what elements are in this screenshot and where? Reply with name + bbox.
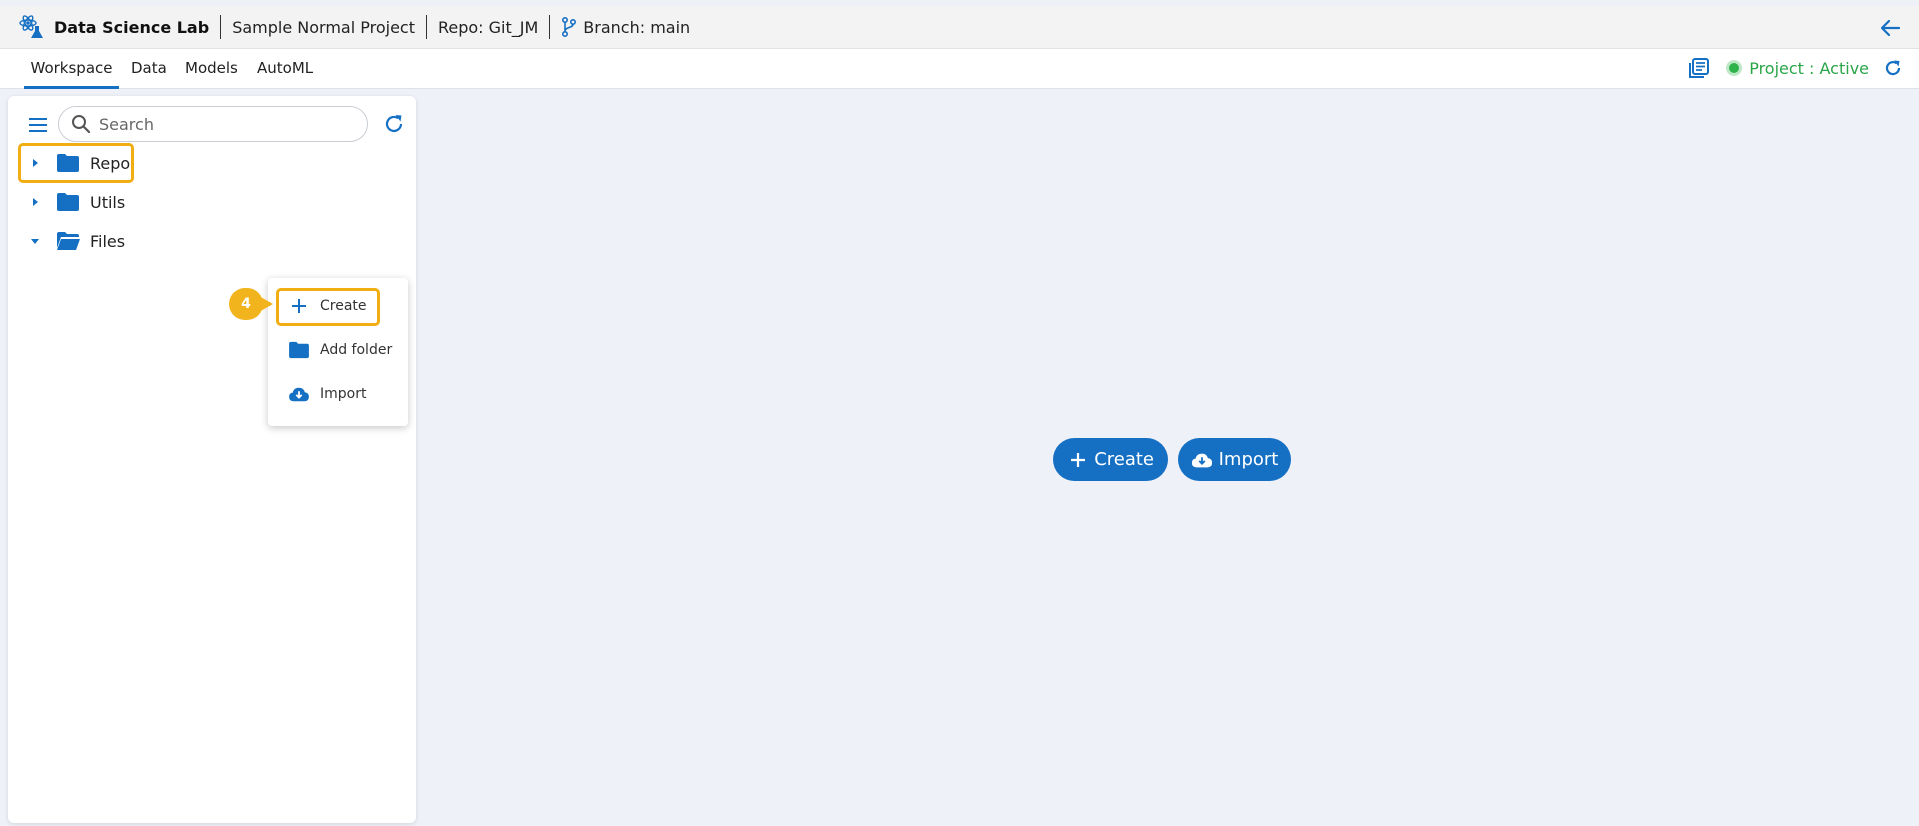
atom-flask-icon [18,13,46,41]
top-bar: Data Science Lab Sample Normal Project R… [0,6,1919,49]
folder-icon [56,153,80,173]
tree-item-utils[interactable]: Utils [26,184,125,220]
empty-state-actions: Create Import [1053,438,1291,481]
status-area: Project : Active [1688,57,1903,79]
repo-name: Repo: Git_JM [437,17,539,37]
folder-open-icon [56,231,80,251]
search-field[interactable] [58,106,368,142]
cloud-download-icon [288,383,310,405]
caret-right-icon[interactable] [26,193,44,211]
tabs-bar: Workspace Data Models AutoML Project : A… [0,49,1919,89]
breadcrumb-divider [425,15,427,39]
context-menu: Create Add folder Import [268,278,408,426]
folder-icon [288,339,310,361]
file-explorer-panel: Repo Utils Files Create [8,96,416,823]
status-indicator [1726,60,1743,76]
tree-item-label: Utils [90,192,126,212]
menu-item-label: Import [320,386,367,402]
git-branch-icon [561,17,577,37]
tree-item-label: Files [90,231,126,251]
menu-item-import[interactable]: Import [268,376,408,412]
create-button[interactable]: Create [1053,438,1168,481]
project-name: Sample Normal Project [232,17,415,37]
tab-data[interactable]: Data [131,49,167,89]
tab-models[interactable]: Models [185,49,238,89]
tab-workspace[interactable]: Workspace [24,49,119,89]
step-badge: 4 [229,288,263,320]
tree-item-files[interactable]: Files [26,223,125,259]
step-badge-pointer [259,296,273,312]
menu-item-create[interactable]: Create [268,288,408,324]
cloud-download-icon [1191,449,1213,471]
caret-down-icon[interactable] [26,232,44,250]
search-input[interactable] [99,114,349,134]
menu-item-label: Create [320,298,367,314]
plus-icon [1067,449,1088,471]
tree-item-repo[interactable]: Repo [26,145,130,181]
import-button[interactable]: Import [1178,438,1291,481]
breadcrumb-divider [220,15,222,39]
tree-item-label: Repo [90,153,131,173]
tab-automl[interactable]: AutoML [257,49,313,89]
caret-right-icon[interactable] [26,154,44,172]
branch-name: Branch: main [583,17,691,37]
arrow-left-icon[interactable] [1877,15,1903,41]
search-icon [71,114,91,134]
folder-icon [56,192,80,212]
notebook-list-icon[interactable] [1688,57,1710,79]
menu-item-label: Add folder [320,342,393,358]
import-button-label: Import [1218,449,1279,470]
create-button-label: Create [1094,449,1154,470]
refresh-icon[interactable] [1883,58,1903,78]
menu-icon[interactable] [26,113,50,137]
project-status: Project : Active [1749,58,1869,78]
menu-item-add-folder[interactable]: Add folder [268,332,408,368]
app-title: Data Science Lab [54,17,210,37]
refresh-icon[interactable] [382,112,406,136]
plus-icon [288,295,310,317]
breadcrumb-divider [549,15,551,39]
